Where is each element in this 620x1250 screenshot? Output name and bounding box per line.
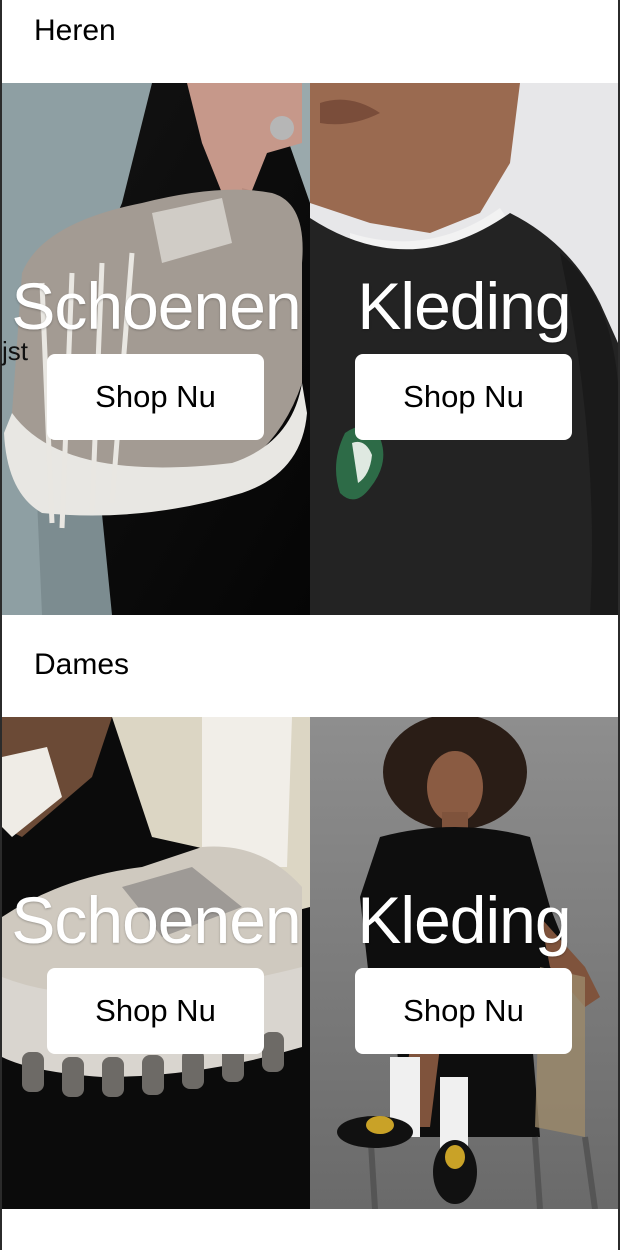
shop-now-button[interactable]: Shop Nu (47, 354, 264, 440)
section-title-dames: Dames (34, 648, 130, 681)
tile-heading: Schoenen (11, 269, 301, 343)
shop-now-button[interactable]: Shop Nu (47, 968, 264, 1054)
stray-text: jst (2, 336, 28, 366)
shop-now-button[interactable]: Shop Nu (355, 968, 572, 1054)
women-sneakers-photo (2, 717, 310, 1209)
women-dress-photo (310, 717, 618, 1209)
tile-dames-kleding[interactable]: Kleding Shop Nu (310, 717, 618, 1209)
tile-dames-schoenen[interactable]: Schoenen Shop Nu (2, 717, 310, 1209)
section-title-heren: Heren (34, 14, 116, 47)
tile-heading: Schoenen (11, 883, 301, 957)
shop-now-button[interactable]: Shop Nu (355, 354, 572, 440)
men-sweatshirt-photo (310, 83, 618, 615)
tile-heading: Kleding (357, 269, 571, 343)
men-sneakers-photo (2, 83, 310, 615)
tile-heren-kleding[interactable]: Kleding Shop Nu (310, 83, 618, 615)
tile-heren-schoenen[interactable]: Schoenen Shop Nu (2, 83, 310, 615)
tile-heading: Kleding (357, 883, 571, 957)
